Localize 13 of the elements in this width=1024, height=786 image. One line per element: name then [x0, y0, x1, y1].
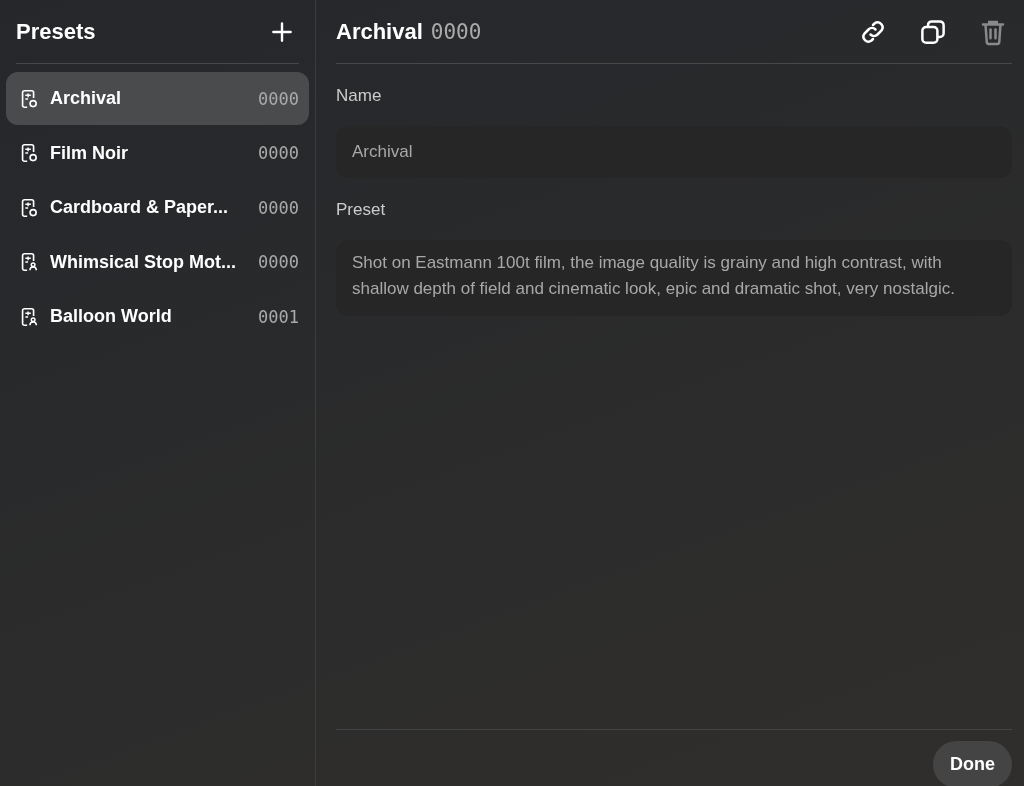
sidebar-title: Presets — [16, 18, 96, 45]
done-button[interactable]: Done — [933, 741, 1012, 786]
preset-code: 0000 — [430, 19, 482, 44]
field-label: Preset — [336, 200, 387, 220]
name-field[interactable]: Archival — [336, 126, 1012, 178]
preset-item[interactable]: Archival 0000 — [6, 72, 309, 125]
preset-item[interactable]: Balloon World 0001 — [6, 290, 309, 343]
field-label: Name — [336, 86, 383, 106]
preset-text-field[interactable]: Shot on Eastmann 100t film, the image quality is grainy and high contrast, with shallow depth of field and cinematic look, epic and dramatic shot, very nostalgic. — [336, 240, 1012, 316]
preset-item[interactable]: Whimsical Stop Mot... 0000 — [6, 235, 309, 289]
preset-item[interactable]: Film Noir 0000 — [6, 126, 309, 180]
preset-item[interactable]: Cardboard & Paper... 0000 — [6, 181, 309, 234]
preset-title: Archival — [336, 18, 423, 45]
